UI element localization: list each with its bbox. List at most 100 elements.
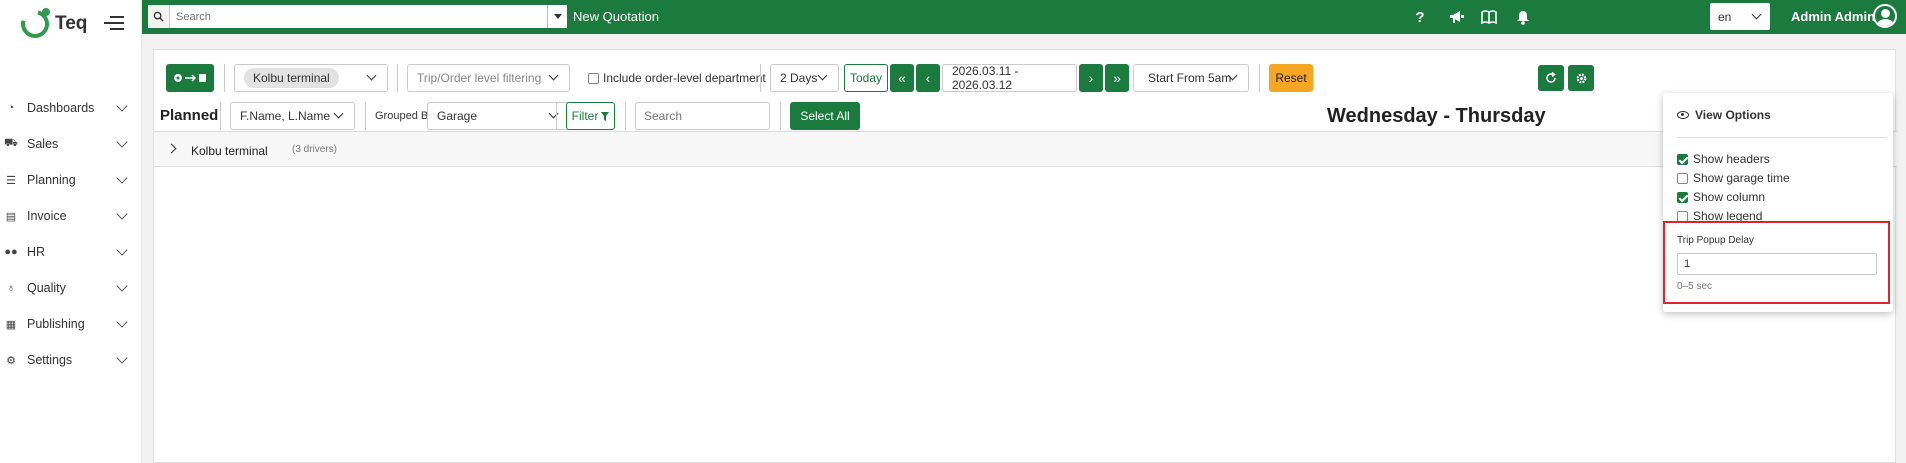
option-label: Show column bbox=[1693, 190, 1766, 204]
chevron-down-icon bbox=[116, 136, 128, 148]
group-row[interactable]: Kolbu terminal (3 drivers) bbox=[154, 132, 1897, 167]
search-icon[interactable] bbox=[148, 5, 170, 28]
chevron-down-icon bbox=[116, 244, 128, 256]
planned-title: Planned bbox=[160, 107, 219, 124]
show-column-option[interactable]: Show column bbox=[1677, 190, 1765, 204]
divider bbox=[220, 102, 221, 130]
divider bbox=[1259, 64, 1260, 92]
logo-dot bbox=[42, 8, 50, 16]
user-name[interactable]: Admin Admin bbox=[1791, 9, 1875, 24]
main-content: Kolbu terminal Trip/Order level filterin… bbox=[142, 34, 1906, 463]
checkbox[interactable] bbox=[1677, 210, 1688, 222]
grouped-by-select[interactable]: Garage bbox=[427, 102, 570, 130]
divider bbox=[556, 102, 557, 130]
sidebar-item-label: HR bbox=[27, 245, 46, 259]
option-label: Show garage time bbox=[1693, 171, 1790, 185]
dashboard-icon: ◔ bbox=[7, 102, 15, 114]
sidebar-item-planning[interactable]: ☰ Planning bbox=[0, 162, 142, 198]
global-search-input[interactable] bbox=[170, 5, 558, 28]
next-button[interactable]: › bbox=[1079, 64, 1103, 92]
sidebar-item-label: Dashboards bbox=[27, 101, 95, 115]
chevron-down-icon bbox=[548, 70, 559, 81]
start-from-select[interactable]: Start From 5am bbox=[1133, 64, 1249, 92]
start-from-value: Start From 5am bbox=[1148, 71, 1232, 85]
refresh-icon[interactable] bbox=[1538, 65, 1564, 91]
days-value: 2 Days bbox=[780, 71, 818, 85]
trip-order-filter-select[interactable]: Trip/Order level filtering bbox=[407, 64, 570, 92]
group-driver-count: (3 drivers) bbox=[292, 144, 338, 155]
day-range-title: Wednesday - Thursday bbox=[1327, 105, 1546, 127]
group-name: Kolbu terminal bbox=[191, 144, 268, 158]
chevron-down-icon bbox=[116, 352, 128, 364]
grouped-by-value: Garage bbox=[437, 109, 478, 123]
sidebar-item-sales[interactable]: ⛟ Sales bbox=[0, 126, 142, 162]
sidebar-item-label: Settings bbox=[27, 353, 73, 367]
checkbox[interactable] bbox=[588, 72, 599, 84]
view-options-panel: View Options Show headers Show garage ti… bbox=[1663, 93, 1893, 312]
divider bbox=[780, 102, 781, 130]
quality-icon: ♁ bbox=[6, 282, 16, 294]
show-headers-option[interactable]: Show headers bbox=[1677, 152, 1770, 166]
sidebar-item-settings[interactable]: ⚙ Settings bbox=[0, 342, 142, 378]
terminal-select[interactable]: Kolbu terminal bbox=[234, 64, 388, 92]
filter-label: Filter bbox=[571, 109, 599, 123]
view-options-title-text: View Options bbox=[1695, 108, 1771, 122]
caret-down-icon bbox=[553, 14, 562, 19]
include-department-checkbox[interactable]: Include order-level department bbox=[588, 71, 766, 85]
filter-button[interactable]: Filter bbox=[566, 102, 615, 130]
sidebar-item-hr[interactable]: ●● HR bbox=[0, 234, 142, 270]
next-double-button[interactable]: » bbox=[1105, 64, 1129, 92]
checkbox[interactable] bbox=[1677, 191, 1688, 203]
top-bar: New Quotation ? en Admin Admin bbox=[142, 0, 1906, 34]
trip-order-filter-placeholder: Trip/Order level filtering bbox=[417, 71, 542, 85]
sidebar: Teq ◔ Dashboards ⛟ Sales ☰ Planning ▤ In… bbox=[0, 0, 142, 463]
gear-icon[interactable] bbox=[1568, 65, 1594, 91]
checkbox[interactable] bbox=[1677, 153, 1688, 165]
sidebar-item-dashboards[interactable]: ◔ Dashboards bbox=[0, 90, 142, 126]
brand[interactable]: Teq bbox=[0, 0, 142, 46]
menu-toggle-icon[interactable] bbox=[104, 16, 124, 30]
avatar[interactable] bbox=[1873, 4, 1897, 28]
reset-button[interactable]: Reset bbox=[1269, 64, 1313, 92]
invoice-icon: ▤ bbox=[5, 210, 17, 223]
new-quotation-link[interactable]: New Quotation bbox=[573, 9, 659, 24]
divider bbox=[365, 102, 366, 130]
checkbox[interactable] bbox=[1677, 172, 1688, 184]
name-format-select[interactable]: F.Name, L.Name bbox=[230, 102, 355, 130]
search-dropdown-button[interactable] bbox=[547, 5, 567, 28]
select-all-button[interactable]: Select All bbox=[790, 102, 860, 130]
show-garage-time-option[interactable]: Show garage time bbox=[1677, 171, 1790, 185]
sidebar-item-publishing[interactable]: ▦ Publishing bbox=[0, 306, 142, 342]
chevron-down-icon bbox=[116, 172, 128, 184]
chevron-down-icon bbox=[116, 316, 128, 328]
chevron-right-icon[interactable] bbox=[166, 143, 177, 154]
brand-name: Teq bbox=[55, 13, 88, 34]
board-search-input[interactable] bbox=[635, 102, 770, 130]
language-select[interactable]: en bbox=[1710, 3, 1770, 30]
prev-double-button[interactable]: « bbox=[890, 64, 914, 92]
gear-icon: ⚙ bbox=[6, 354, 16, 367]
bell-icon[interactable] bbox=[1513, 7, 1533, 27]
sidebar-item-label: Publishing bbox=[27, 317, 85, 331]
chevron-down-icon bbox=[333, 108, 344, 119]
planning-board: Kolbu terminal Trip/Order level filterin… bbox=[153, 49, 1897, 463]
date-range-picker[interactable]: 2026.03.11 - 2026.03.12 bbox=[942, 64, 1077, 92]
grouped-by-label: Grouped By bbox=[375, 110, 434, 122]
today-button[interactable]: Today bbox=[844, 64, 888, 92]
sidebar-item-invoice[interactable]: ▤ Invoice bbox=[0, 198, 142, 234]
trip-popup-delay-input[interactable] bbox=[1677, 253, 1877, 275]
trip-popup-delay-hint: 0–5 sec bbox=[1677, 281, 1713, 292]
people-icon: ●● bbox=[4, 246, 18, 258]
book-icon[interactable] bbox=[1479, 7, 1499, 27]
sidebar-nav: ◔ Dashboards ⛟ Sales ☰ Planning ▤ Invoic… bbox=[0, 90, 142, 378]
megaphone-icon[interactable] bbox=[1447, 7, 1467, 27]
trip-mode-button[interactable] bbox=[166, 64, 214, 92]
sidebar-item-quality[interactable]: ♁ Quality bbox=[0, 270, 142, 306]
days-select[interactable]: 2 Days bbox=[770, 64, 839, 92]
prev-button[interactable]: ‹ bbox=[916, 64, 940, 92]
name-format-value: F.Name, L.Name bbox=[240, 109, 331, 123]
date-range-value: 2026.03.11 - 2026.03.12 bbox=[952, 64, 1019, 92]
sidebar-item-label: Planning bbox=[27, 173, 76, 187]
cart-icon: ⛟ bbox=[4, 137, 18, 149]
help-icon[interactable]: ? bbox=[1410, 7, 1430, 27]
